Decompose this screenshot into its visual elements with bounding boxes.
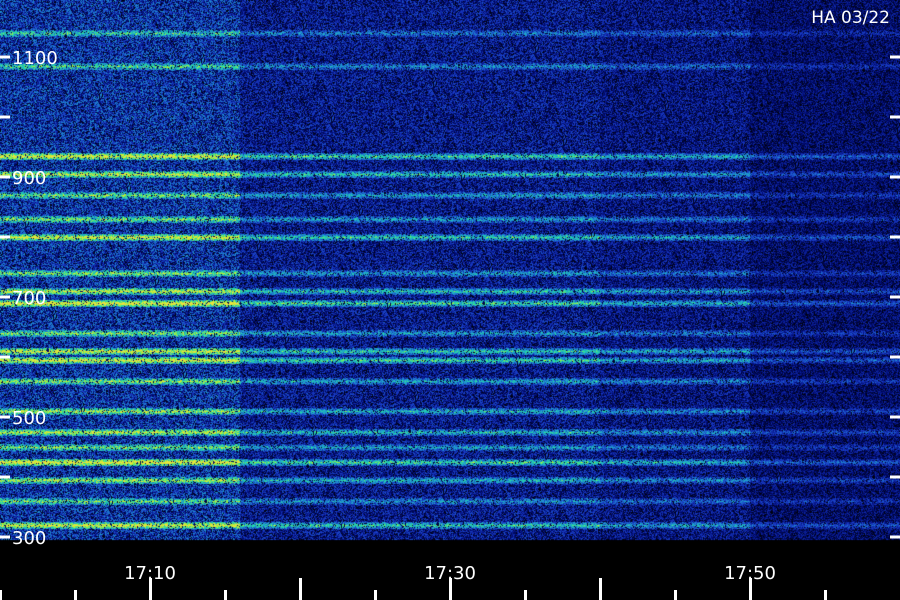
- y-tick-label: 900: [12, 168, 46, 189]
- y-tick-label: 1100: [12, 48, 58, 69]
- y-tick-label: 500: [12, 408, 46, 429]
- y-tick-label: 700: [12, 288, 46, 309]
- y-axis-ticks-right: [890, 55, 900, 539]
- spectrogram-chart: 300 500 700 900 1100 17:10 17:30 17:50 HA 03/2…: [0, 8, 900, 600]
- y-axis-labels: 300 500 700 900 1100: [12, 48, 58, 549]
- corner-label: HA 03/22: [811, 8, 890, 28]
- x-axis-labels: 17:10 17:30 17:50: [124, 563, 776, 584]
- y-axis-ticks-left: [0, 55, 10, 539]
- x-tick-label: 17:50: [724, 563, 776, 584]
- x-tick-label: 17:30: [424, 563, 476, 584]
- y-tick-label: 300: [12, 528, 46, 549]
- x-tick-label: 17:10: [124, 563, 176, 584]
